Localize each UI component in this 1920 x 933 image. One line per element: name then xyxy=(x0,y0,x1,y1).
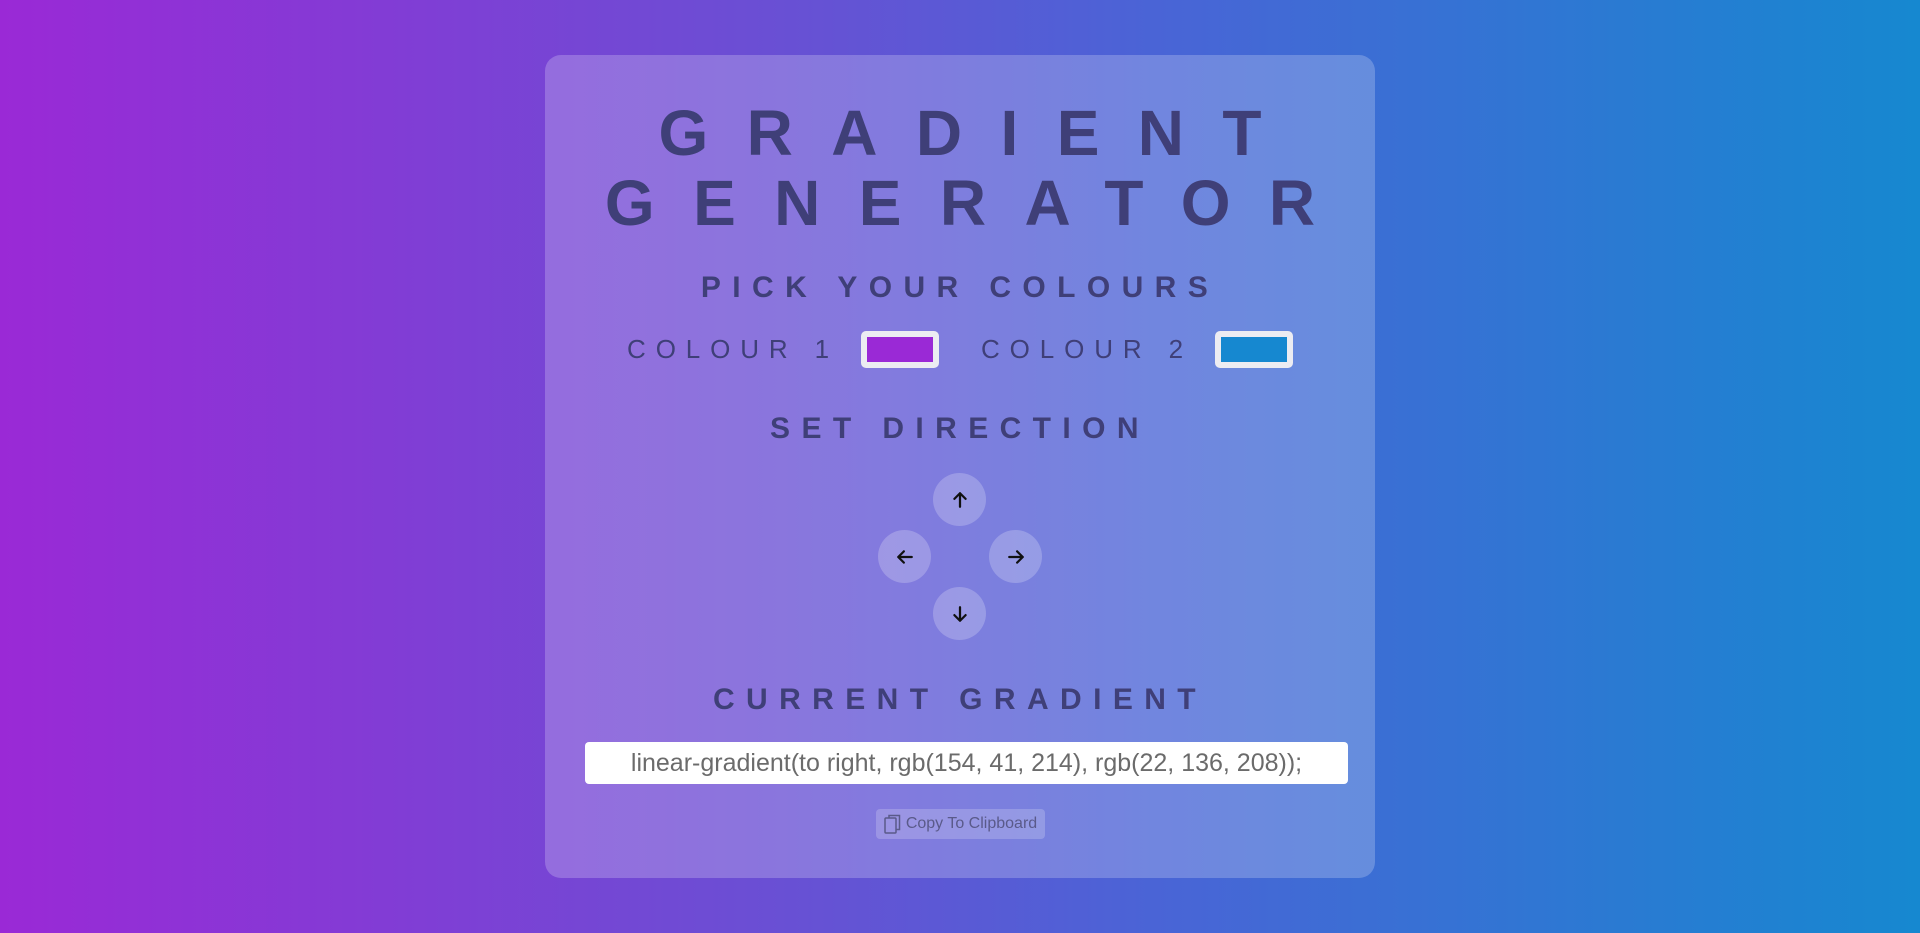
title-line-2: GENERATOR xyxy=(604,167,1354,239)
clipboard-copy-icon xyxy=(884,814,901,834)
copy-button-label: Copy To Clipboard xyxy=(905,815,1038,832)
arrow-down-icon xyxy=(952,605,967,622)
page-title: GRADIENT GENERATOR xyxy=(545,98,1375,238)
colour-2-group: COLOUR 2 xyxy=(981,331,1293,368)
direction-right-button[interactable] xyxy=(989,530,1042,583)
colour-1-group: COLOUR 1 xyxy=(627,331,939,368)
gradient-css-output[interactable]: linear-gradient(to right, rgb(154, 41, 2… xyxy=(585,742,1348,784)
colour-2-label: COLOUR 2 xyxy=(981,334,1193,364)
colour-1-picker[interactable] xyxy=(861,331,939,368)
pick-colours-heading: PICK YOUR COLOURS xyxy=(700,271,1220,304)
arrow-left-icon xyxy=(896,549,913,564)
direction-up-button[interactable] xyxy=(933,473,986,526)
current-gradient-heading: CURRENT GRADIENT xyxy=(712,683,1208,716)
colour-1-label: COLOUR 1 xyxy=(627,334,839,364)
arrow-right-icon xyxy=(1007,549,1024,564)
direction-left-button[interactable] xyxy=(878,530,931,583)
set-direction-heading: SET DIRECTION xyxy=(770,412,1150,445)
gradient-generator-card: GRADIENT GENERATOR PICK YOUR COLOURS COL… xyxy=(545,55,1375,878)
arrow-up-icon xyxy=(952,491,967,508)
colour-2-picker[interactable] xyxy=(1214,331,1293,368)
colour-pickers: COLOUR 1 COLOUR 2 xyxy=(545,331,1375,368)
title-line-1: GRADIENT xyxy=(658,97,1300,169)
direction-down-button[interactable] xyxy=(933,587,986,640)
copy-to-clipboard-button[interactable]: Copy To Clipboard xyxy=(876,809,1045,839)
